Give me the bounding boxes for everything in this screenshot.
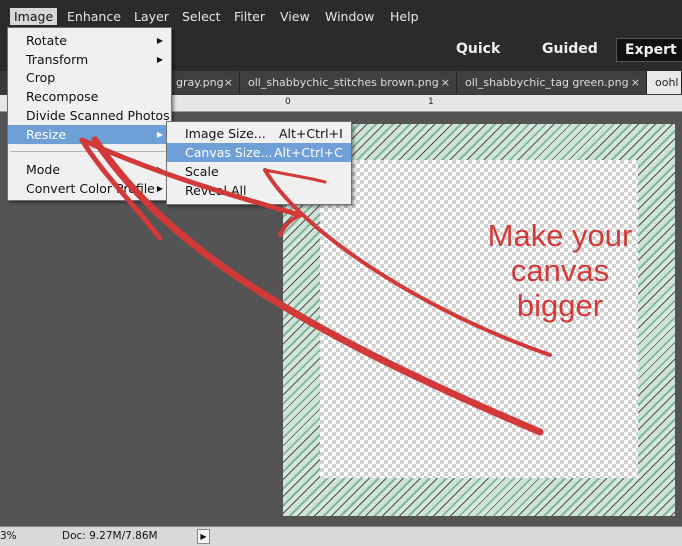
- arrow-stroke: [91, 136, 544, 436]
- annotation-arrows: [79, 136, 552, 436]
- document-size: Doc: 9.27M/7.86M: [62, 530, 158, 542]
- status-menu-arrow-icon[interactable]: ▶: [197, 529, 210, 544]
- status-bar: 3% Doc: 9.27M/7.86M ▶: [0, 526, 682, 546]
- arrow-stroke: [263, 168, 552, 357]
- zoom-level[interactable]: 3%: [0, 530, 17, 542]
- arrow-stroke: [278, 213, 302, 237]
- arrow-stroke: [79, 137, 303, 218]
